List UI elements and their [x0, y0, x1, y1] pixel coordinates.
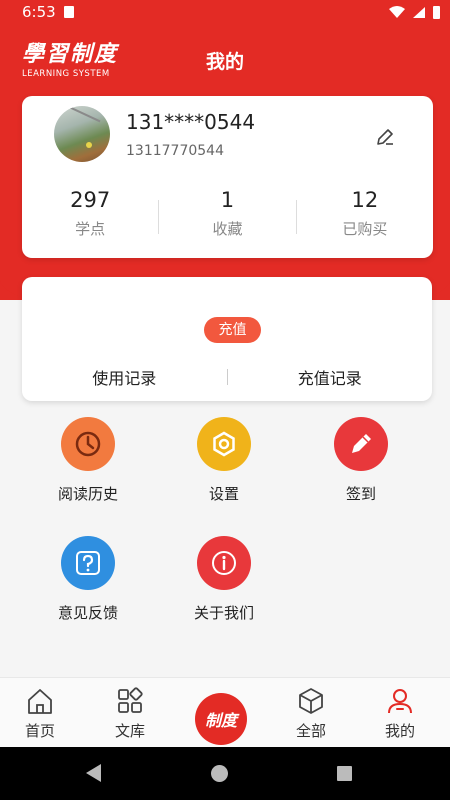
records-tabs: 使用记录 充值记录: [22, 361, 432, 393]
nav-label: 我的: [384, 722, 415, 740]
nav-label: 全部: [295, 722, 326, 740]
status-bar: 6:53: [0, 0, 450, 24]
nav-all[interactable]: 全部: [281, 686, 341, 741]
stat-label: 已购买: [342, 220, 388, 238]
menu-label: 阅读历史: [57, 485, 118, 503]
menu-label: 意见反馈: [57, 604, 118, 622]
menu-feedback[interactable]: 意见反馈: [33, 536, 143, 623]
info-icon: [197, 536, 251, 590]
stat-label: 收藏: [212, 220, 243, 238]
nav-home[interactable]: 首页: [10, 686, 70, 741]
question-icon: [61, 536, 115, 590]
nav-mine[interactable]: 我的: [370, 686, 430, 741]
sim-card-icon: [63, 6, 74, 18]
stat-value: 12: [351, 188, 379, 212]
menu-settings[interactable]: 设置: [169, 417, 279, 504]
user-icon: [388, 689, 412, 714]
status-time: 6:53: [22, 3, 56, 21]
stats-row: 297 学点 1 收藏 12 已购买: [22, 188, 433, 248]
nav-center-button[interactable]: 制度: [195, 693, 247, 745]
menu-about-us[interactable]: 关于我们: [169, 536, 279, 623]
avatar[interactable]: [54, 106, 110, 162]
cube-icon: [299, 688, 323, 714]
system-nav-bar: [0, 747, 450, 800]
signal-icon: [413, 7, 425, 18]
menu-label: 关于我们: [193, 604, 254, 622]
nav-library[interactable]: 文库: [100, 686, 160, 741]
stat-label: 学点: [75, 220, 106, 238]
home-button-icon[interactable]: [211, 765, 228, 782]
menu-check-in[interactable]: 签到: [306, 417, 416, 504]
tab-usage-records[interactable]: 使用记录: [22, 365, 227, 389]
stat-value: 297: [70, 188, 111, 212]
pencil-icon: [334, 417, 388, 471]
nav-label: 首页: [24, 722, 55, 740]
bottom-nav: 首页 文库 制度 全部 我的: [0, 677, 450, 747]
battery-icon: [433, 5, 440, 19]
recent-apps-icon[interactable]: [337, 766, 352, 781]
username: 131****0544: [126, 110, 256, 134]
menu-reading-history[interactable]: 阅读历史: [33, 417, 143, 504]
stat-purchased[interactable]: 12 已购买: [297, 188, 433, 248]
stat-points[interactable]: 297 学点: [22, 188, 158, 248]
menu-label: 设置: [208, 485, 239, 503]
tab-recharge-records[interactable]: 充值记录: [228, 365, 433, 389]
apps-icon: [118, 687, 143, 713]
home-icon: [28, 689, 52, 714]
back-icon[interactable]: [86, 764, 101, 782]
page-title: 我的: [205, 51, 244, 73]
stat-value: 1: [220, 188, 235, 212]
edit-icon[interactable]: [375, 127, 395, 147]
settings-icon: [197, 417, 251, 471]
phone-number: 13117770544: [126, 143, 224, 159]
clock-icon: [61, 417, 115, 471]
profile-card: 131****0544 13117770544 297 学点 1 收藏 12 已…: [22, 96, 433, 258]
recharge-card: 充值 使用记录 充值记录: [22, 277, 432, 401]
wifi-icon: [389, 6, 405, 18]
stat-favorites[interactable]: 1 收藏: [159, 188, 295, 248]
menu-label: 签到: [345, 485, 376, 503]
recharge-button[interactable]: 充值: [204, 317, 261, 343]
nav-label: 文库: [114, 722, 145, 740]
